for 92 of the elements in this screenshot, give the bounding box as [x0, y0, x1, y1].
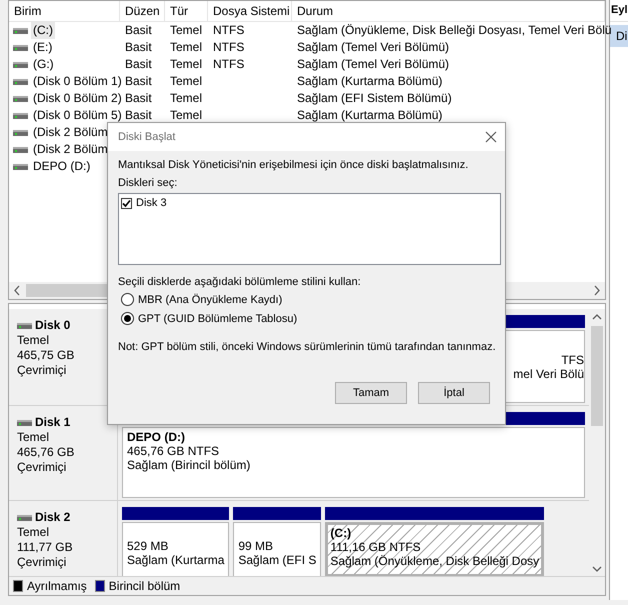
disk-type: Temel — [17, 430, 50, 445]
partition-box[interactable]: 529 MB Sağlam (Kurtarma — [122, 522, 230, 577]
table-cell: Basit — [125, 57, 152, 71]
drive-icon — [13, 112, 28, 118]
volume-name[interactable]: (Disk 0 Bölüm 2) — [31, 90, 124, 107]
volume-name[interactable]: (C:) — [31, 22, 55, 39]
volume-name[interactable]: (Disk 2 Bölüm — [31, 124, 110, 141]
disk-status: Çevrimiçi — [17, 363, 68, 378]
partition-status: Sağlam (EFI S — [238, 553, 316, 567]
table-cell: Basit — [125, 23, 152, 37]
partition-box[interactable]: (C:) 111,16 GB NTFS Sağlam (Önyükleme, Disk Belleği Dosy — [325, 522, 544, 577]
table-cell: NTFS — [213, 57, 244, 71]
disk-type: Temel — [17, 333, 50, 348]
disk-name: Disk 2 — [35, 510, 70, 525]
table-cell: Sağlam (Kurtarma Bölümü) — [297, 108, 442, 122]
partition-label: DEPO (D:) — [127, 430, 186, 444]
table-cell: Temel — [170, 23, 202, 37]
dialog-message: Mantıksal Disk Yöneticisi'nin erişebilmesi için önce diski başlatmalısınız. — [118, 159, 470, 171]
partition-size: TFS — [561, 352, 584, 366]
table-cell: Temel — [170, 40, 202, 54]
list-label: Diskleri seç: — [118, 177, 178, 189]
drive-icon — [13, 146, 28, 152]
cancel-button[interactable]: İptal — [418, 382, 490, 404]
checkbox[interactable] — [121, 198, 132, 208]
disk-size: 465,76 GB — [17, 445, 76, 460]
radio-button[interactable] — [121, 312, 134, 325]
volume-name[interactable]: DEPO (D:) — [31, 158, 92, 175]
table-cell: Temel — [170, 57, 202, 71]
disk-type: Temel — [17, 525, 50, 540]
disk-name: Disk 0 — [35, 318, 70, 333]
volume-name[interactable]: (Disk 0 Bölüm 5) — [31, 107, 124, 124]
dialog-title: Diski Başlat — [118, 131, 176, 143]
column-header[interactable]: Düzen — [120, 1, 165, 21]
volume-name[interactable]: (Disk 2 Bölüm — [31, 141, 110, 158]
panel-title: Eyl — [610, 0, 628, 22]
note-text: Not: GPT bölüm stili, önceki Windows sürümlerinin tümü tarafından tanınmaz. — [118, 341, 497, 353]
column-header[interactable]: Birim — [9, 1, 120, 21]
table-cell: Basit — [125, 91, 152, 105]
disk-size: 465,75 GB — [17, 348, 76, 363]
table-cell: Basit — [125, 74, 152, 88]
drive-icon — [13, 164, 28, 170]
style-label: Seçili disklerde aşağıdaki bölümleme stilini kullan: — [118, 276, 362, 288]
partition-size: 111,16 GB NTFS — [330, 540, 422, 554]
radio-label[interactable]: MBR (Ana Önyükleme Kaydı) — [138, 294, 282, 306]
radio-label[interactable]: GPT (GUID Bölümleme Tablosu) — [138, 312, 298, 324]
column-header[interactable]: Dosya Sistemi — [208, 1, 292, 21]
checkbox-label[interactable]: Disk 3 — [136, 197, 167, 209]
drive-icon — [13, 96, 28, 102]
drive-icon — [13, 28, 28, 34]
partition-status: mel Veri Bölü — [513, 366, 584, 380]
drive-icon — [13, 78, 28, 84]
partition-size: 465,76 GB NTFS — [127, 444, 220, 458]
table-cell: Basit — [125, 108, 152, 122]
partition-size: 529 MB — [127, 539, 170, 553]
table-cell: Temel — [170, 91, 202, 105]
drive-icon — [13, 44, 28, 50]
radio-button[interactable] — [121, 293, 134, 306]
partition-label: (C:) — [330, 526, 352, 540]
table-cell: Sağlam (Kurtarma Bölümü) — [297, 74, 442, 88]
volume-name[interactable]: (Disk 0 Bölüm 1) — [31, 73, 124, 90]
disk-status: Çevrimiçi — [17, 460, 68, 475]
table-cell: NTFS — [213, 40, 244, 54]
partition-box[interactable]: 99 MB Sağlam (EFI S — [233, 522, 322, 577]
disk-status: Çevrimiçi — [17, 555, 68, 570]
disk-name: Disk 1 — [35, 415, 70, 430]
drive-icon — [13, 130, 28, 136]
disk-size: 111,77 GB — [17, 540, 74, 555]
action-item[interactable]: Di — [610, 25, 628, 47]
close-icon[interactable] — [483, 129, 499, 145]
drive-icon — [13, 62, 28, 68]
partition-box[interactable]: DEPO (D:) 465,76 GB NTFS Sağlam (Birincil bölüm) — [122, 427, 585, 498]
table-cell: Sağlam (Temel Veri Bölümü) — [297, 40, 450, 54]
table-cell: Temel — [170, 108, 202, 122]
column-header[interactable]: Durum — [292, 1, 605, 21]
table-cell: Sağlam (EFI Sistem Bölümü) — [297, 91, 452, 105]
table-cell: Sağlam (Temel Veri Bölümü) — [297, 57, 450, 71]
vertical-scrollbar[interactable] — [589, 309, 605, 577]
table-cell: NTFS — [213, 23, 244, 37]
table-cell: Temel — [170, 74, 202, 88]
legend-label: Birincil bölüm — [108, 579, 180, 593]
partition-size: 99 MB — [238, 539, 274, 553]
partition-status: Sağlam (Önyükleme, Disk Belleği Dosy — [330, 554, 540, 568]
legend-label: Ayrılmamış — [27, 579, 87, 593]
volume-name[interactable]: (E:) — [31, 39, 54, 56]
partition-status: Sağlam (Birincil bölüm) — [127, 458, 252, 472]
partition-status: Sağlam (Kurtarma — [127, 553, 224, 567]
table-cell: Basit — [125, 40, 152, 54]
column-header[interactable]: Tür — [165, 1, 208, 21]
ok-button[interactable]: Tamam — [335, 382, 407, 404]
disk-list[interactable]: Disk 3 — [118, 193, 501, 265]
volume-name[interactable]: (G:) — [31, 56, 56, 73]
table-cell: Sağlam (Önyükleme, Disk Belleği Dosyası, Temel Veri Bölü — [297, 23, 612, 37]
